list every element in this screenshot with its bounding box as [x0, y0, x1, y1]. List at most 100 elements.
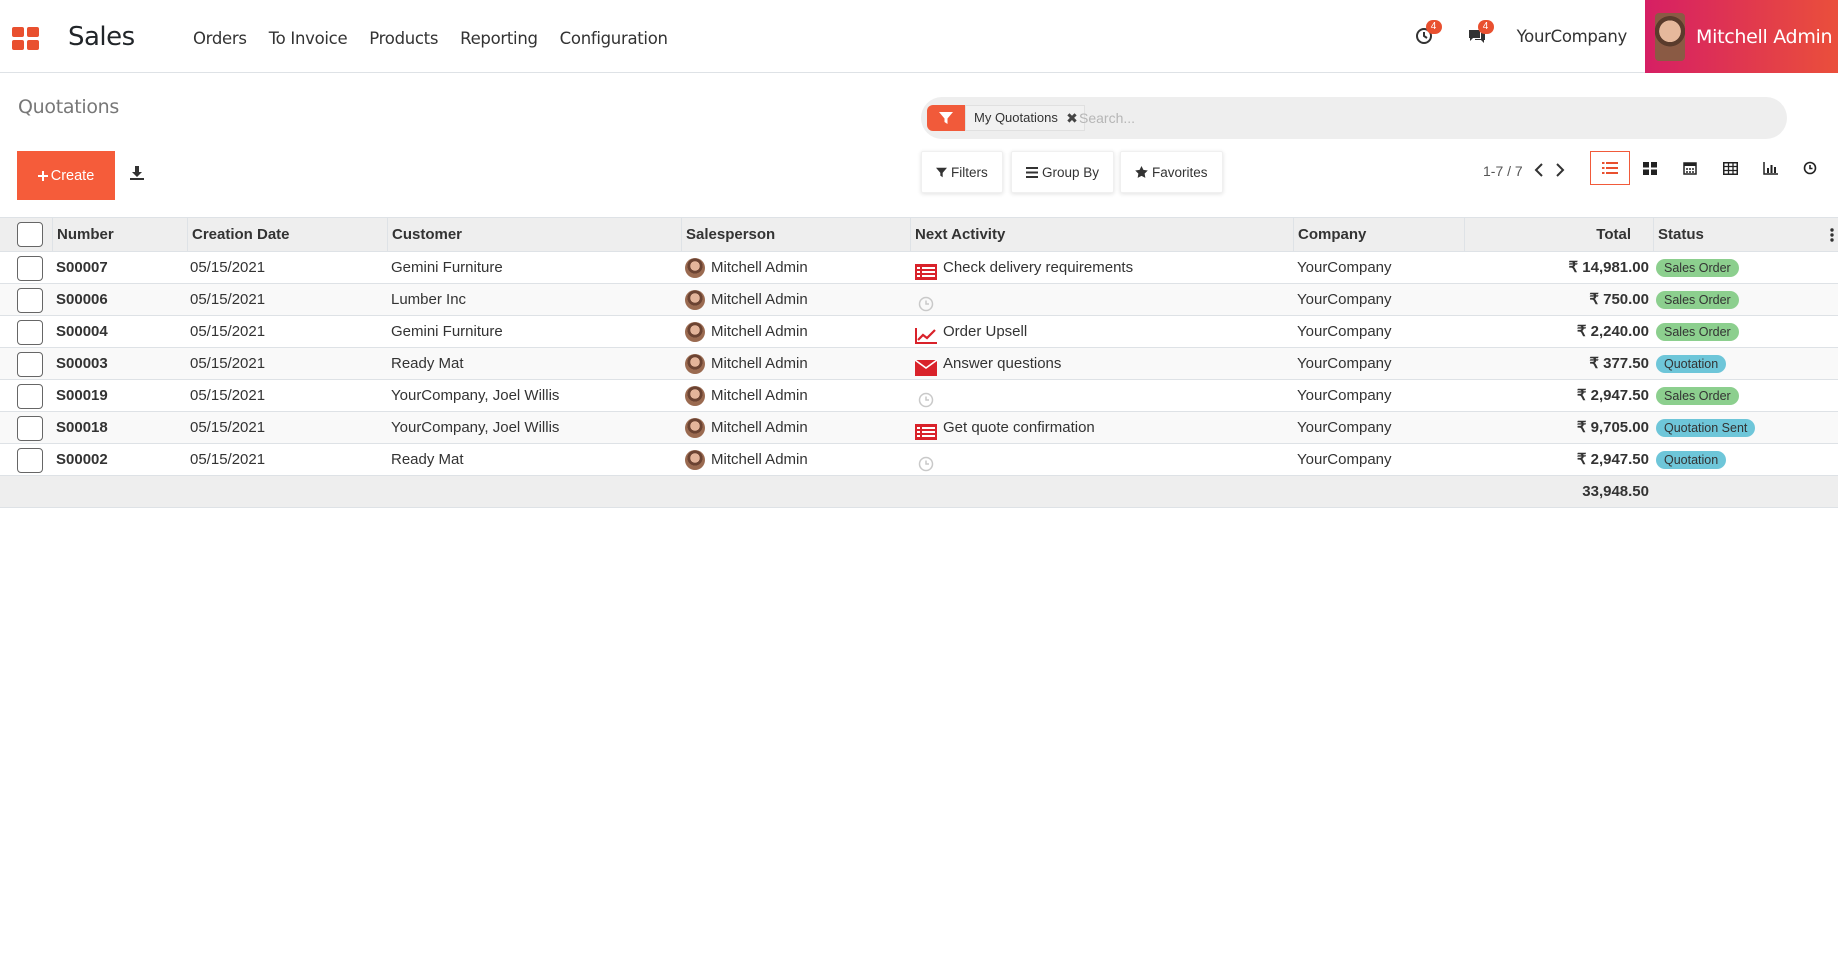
row-checkbox[interactable] — [17, 448, 43, 473]
group-by-label: Group By — [1042, 164, 1100, 180]
envelope-icon[interactable] — [914, 356, 938, 377]
activity-clock-icon[interactable]: 4 — [1415, 19, 1442, 47]
company-name: YourCompany — [1297, 355, 1392, 372]
search-input[interactable] — [1079, 107, 1759, 129]
next-activity[interactable]: Answer questions — [914, 348, 1061, 379]
app-title[interactable]: Sales — [68, 22, 135, 52]
column-header-total[interactable]: Total — [1464, 218, 1653, 251]
clock-icon[interactable] — [915, 292, 937, 312]
table-row[interactable]: S00004 05/15/2021 Gemini Furniture Mitch… — [0, 316, 1838, 348]
messages-icon[interactable]: 4 — [1467, 19, 1494, 47]
pivot-view-icon[interactable] — [1710, 151, 1750, 185]
apps-menu-icon[interactable] — [12, 27, 40, 51]
order-total: ₹ 2,240.00 — [1576, 323, 1649, 340]
favorites-button[interactable]: Favorites — [1120, 151, 1223, 193]
next-activity[interactable] — [915, 284, 943, 315]
table-row[interactable]: S00002 05/15/2021 Ready Mat Mitchell Adm… — [0, 444, 1838, 476]
create-button[interactable]: Create — [17, 151, 115, 200]
clock-icon[interactable] — [915, 452, 937, 472]
todo-list-icon[interactable] — [915, 260, 937, 281]
column-header-salesperson[interactable]: Salesperson — [681, 218, 910, 251]
row-checkbox[interactable] — [17, 384, 43, 409]
column-header-customer[interactable]: Customer — [387, 218, 681, 251]
creation-date: 05/15/2021 — [190, 355, 266, 372]
customer-name: Gemini Furniture — [391, 259, 503, 276]
customer-name: Ready Mat — [391, 355, 464, 372]
row-checkbox[interactable] — [17, 416, 43, 441]
calendar-view-icon[interactable] — [1670, 151, 1710, 185]
salesperson: Mitchell Admin — [685, 380, 808, 411]
search-bar: My Quotations ✖ — [921, 97, 1787, 139]
row-checkbox[interactable] — [17, 352, 43, 377]
table-row[interactable]: S00019 05/15/2021 YourCompany, Joel Will… — [0, 380, 1838, 412]
next-activity[interactable]: Check delivery requirements — [915, 252, 1133, 283]
status-badge: Quotation Sent — [1656, 419, 1756, 438]
status-badge: Sales Order — [1656, 323, 1739, 342]
group-by-button[interactable]: Group By — [1011, 151, 1115, 193]
activity-count-badge: 4 — [1425, 19, 1442, 34]
column-header-status[interactable]: Status — [1653, 218, 1838, 251]
salesperson-name: Mitchell Admin — [711, 291, 808, 308]
pager-value[interactable]: 1-7 / 7 — [1483, 163, 1523, 179]
salesperson-name: Mitchell Admin — [711, 451, 808, 468]
kanban-view-icon[interactable] — [1630, 151, 1670, 185]
table-row[interactable]: S00003 05/15/2021 Ready Mat Mitchell Adm… — [0, 348, 1838, 380]
user-menu[interactable]: Mitchell Admin — [1645, 0, 1838, 73]
filter-facet-icon — [927, 105, 965, 131]
menu-item-reporting[interactable]: Reporting — [460, 29, 538, 48]
menu-item-orders[interactable]: Orders — [193, 29, 247, 48]
column-header-company[interactable]: Company — [1293, 218, 1464, 251]
menu-item-to-invoice[interactable]: To Invoice — [269, 29, 348, 48]
systray: 4 4 YourCompany Mitchell Admin — [1415, 0, 1838, 73]
next-activity[interactable]: Order Upsell — [915, 316, 1027, 347]
menu-item-configuration[interactable]: Configuration — [560, 29, 668, 48]
todo-list-icon[interactable] — [915, 420, 937, 441]
filters-label: Filters — [951, 164, 988, 180]
salesperson-name: Mitchell Admin — [711, 387, 808, 404]
activity-view-icon[interactable] — [1790, 151, 1830, 185]
order-number: S00006 — [56, 291, 108, 308]
order-total: ₹ 9,705.00 — [1576, 419, 1649, 436]
customer-name: YourCompany, Joel Willis — [391, 387, 560, 404]
search-facet: My Quotations ✖ — [965, 105, 1085, 131]
column-header-creation-date[interactable]: Creation Date — [187, 218, 387, 251]
row-checkbox[interactable] — [17, 288, 43, 313]
salesperson-name: Mitchell Admin — [711, 355, 808, 372]
table-row[interactable]: S00006 05/15/2021 Lumber Inc Mitchell Ad… — [0, 284, 1838, 316]
creation-date: 05/15/2021 — [190, 323, 266, 340]
company-switcher[interactable]: YourCompany — [1517, 27, 1628, 46]
next-activity[interactable]: Get quote confirmation — [915, 412, 1095, 443]
column-header-next-activity[interactable]: Next Activity — [910, 218, 1293, 251]
bars-icon — [1026, 166, 1038, 178]
pager-next-icon[interactable] — [1555, 163, 1571, 181]
salesperson-avatar — [685, 386, 705, 407]
download-icon[interactable] — [129, 165, 147, 183]
select-all-checkbox[interactable] — [17, 222, 43, 247]
list-view-icon[interactable] — [1590, 151, 1630, 185]
order-number: S00004 — [56, 323, 108, 340]
sum-total: 33,948.50 — [1582, 483, 1649, 500]
graph-view-icon[interactable] — [1750, 151, 1790, 185]
order-total: ₹ 750.00 — [1589, 291, 1649, 308]
customer-name: Ready Mat — [391, 451, 464, 468]
row-checkbox[interactable] — [17, 320, 43, 345]
status-cell: Quotation — [1656, 444, 1727, 475]
top-navbar: Sales Orders To Invoice Products Reporti… — [0, 0, 1838, 73]
menu-item-products[interactable]: Products — [369, 29, 438, 48]
table-row[interactable]: S00018 05/15/2021 YourCompany, Joel Will… — [0, 412, 1838, 444]
salesperson: Mitchell Admin — [685, 284, 808, 315]
salesperson-avatar — [685, 290, 705, 311]
filters-button[interactable]: Filters — [921, 151, 1003, 193]
row-checkbox[interactable] — [17, 256, 43, 281]
next-activity[interactable] — [915, 380, 943, 411]
pager-previous-icon[interactable] — [1534, 163, 1550, 181]
company-name: YourCompany — [1297, 419, 1392, 436]
column-header-number[interactable]: Number — [52, 218, 186, 251]
next-activity[interactable] — [915, 444, 943, 475]
optional-columns-icon[interactable] — [1830, 227, 1834, 243]
remove-facet-icon[interactable]: ✖ — [1066, 106, 1078, 130]
table-row[interactable]: S00007 05/15/2021 Gemini Furniture Mitch… — [0, 252, 1838, 284]
upsell-chart-icon[interactable] — [915, 324, 937, 345]
clock-icon[interactable] — [915, 388, 937, 408]
creation-date: 05/15/2021 — [190, 451, 266, 468]
